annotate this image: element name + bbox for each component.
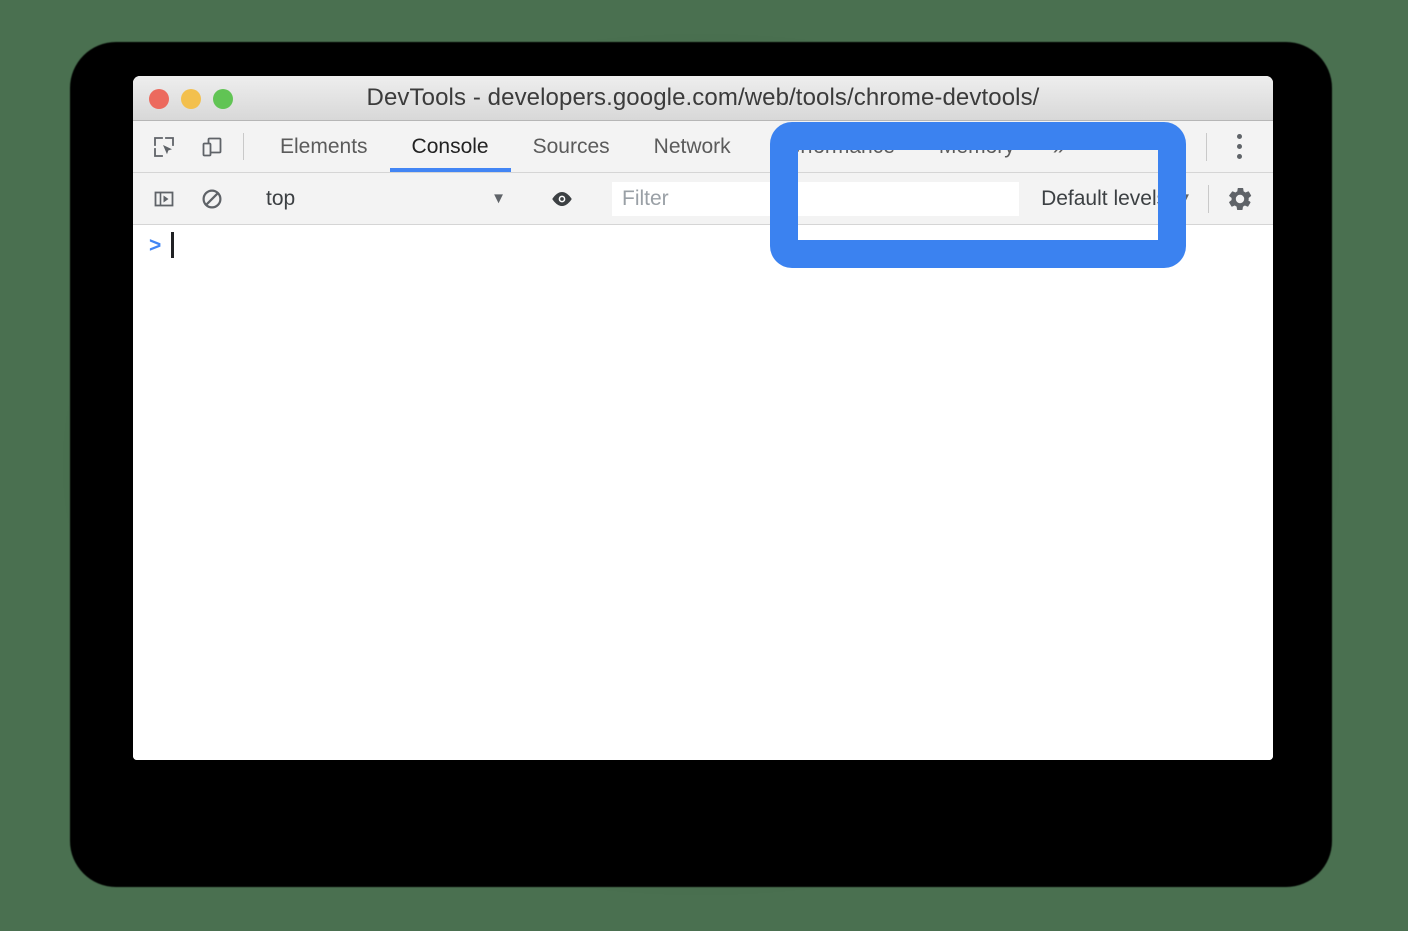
devtools-tabbar: Elements Console Sources Network Perform… xyxy=(133,121,1273,173)
tab-console-label: Console xyxy=(411,134,489,158)
settings-gear-icon[interactable] xyxy=(1223,182,1257,216)
zoom-window-button[interactable] xyxy=(213,88,233,109)
window-title: DevTools - developers.google.com/web/too… xyxy=(366,84,1040,111)
console-sidebar-toggle-icon[interactable] xyxy=(147,182,181,216)
filterbar-divider-4 xyxy=(1208,184,1209,213)
window-titlebar: DevTools - developers.google.com/web/too… xyxy=(133,76,1273,121)
minimize-window-button[interactable] xyxy=(181,88,201,109)
log-level-label: Default levels xyxy=(1041,186,1168,210)
filterbar-right-group xyxy=(1208,182,1273,216)
more-tabs-button[interactable]: » xyxy=(1037,121,1081,172)
tab-sources-label: Sources xyxy=(532,134,610,158)
log-level-select[interactable]: Default levels ▼ xyxy=(1025,187,1208,211)
filterbar-left-icons xyxy=(133,182,229,216)
console-prompt-row[interactable]: > xyxy=(133,225,1273,259)
tab-elements[interactable]: Elements xyxy=(258,121,390,172)
chevron-down-icon: ▼ xyxy=(1177,190,1192,207)
tab-memory[interactable]: Memory xyxy=(917,121,1037,172)
tab-elements-label: Elements xyxy=(280,134,368,158)
device-toolbar-icon[interactable] xyxy=(195,130,229,164)
tab-performance[interactable]: Performance xyxy=(753,121,917,172)
tab-memory-label: Memory xyxy=(938,134,1015,158)
tab-console[interactable]: Console xyxy=(389,121,511,172)
chevron-down-icon: ▼ xyxy=(491,190,506,207)
devtools-window: DevTools - developers.google.com/web/too… xyxy=(133,76,1273,760)
console-prompt-chevron-icon: > xyxy=(149,233,162,257)
live-expression-eye-icon[interactable] xyxy=(545,182,579,216)
tab-network[interactable]: Network xyxy=(632,121,753,172)
console-filter-toolbar: top ▼ Filter Default levels ▼ xyxy=(133,173,1273,225)
tab-performance-label: Performance xyxy=(774,134,895,158)
tab-sources[interactable]: Sources xyxy=(511,121,632,172)
tabbar-divider-right xyxy=(1206,132,1207,161)
execution-context-select[interactable]: top ▼ xyxy=(258,182,516,216)
console-text-caret xyxy=(171,232,175,258)
inspect-element-icon[interactable] xyxy=(147,130,181,164)
clear-console-icon[interactable] xyxy=(195,182,229,216)
console-filter-input[interactable]: Filter xyxy=(612,181,1020,216)
tab-network-label: Network xyxy=(653,134,731,158)
console-message-area[interactable]: > xyxy=(133,225,1273,760)
execution-context-value: top xyxy=(266,186,296,210)
more-options-icon[interactable] xyxy=(1221,129,1257,165)
traffic-light-group xyxy=(149,76,233,121)
devtools-tab-list: Elements Console Sources Network Perform… xyxy=(258,121,1206,172)
tabbar-tool-icons xyxy=(133,121,229,172)
close-window-button[interactable] xyxy=(149,88,169,109)
tabbar-divider-left xyxy=(243,133,244,160)
tabbar-right-group xyxy=(1206,121,1273,172)
